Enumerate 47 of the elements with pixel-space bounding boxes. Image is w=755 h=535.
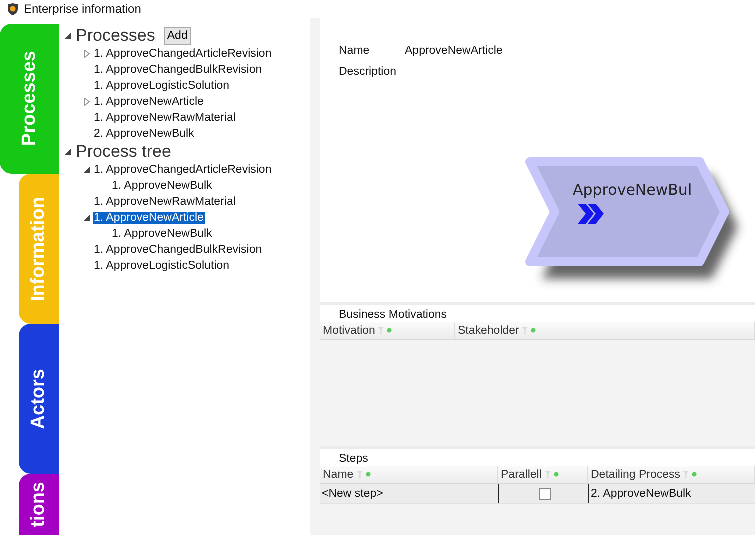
field-label: Name — [339, 45, 371, 57]
dot-icon — [387, 328, 392, 333]
grid-title: Steps — [339, 453, 368, 466]
table-cell: 2. ApproveNewBulk — [588, 484, 755, 503]
table-cell-text: <New step> — [321, 486, 384, 502]
tree-item[interactable]: 1. ApproveNewArticle — [93, 96, 205, 108]
tree-item[interactable]: 1. ApproveNewRawMaterial — [93, 112, 237, 124]
dot-icon — [554, 472, 559, 477]
window-title: Enterprise information — [24, 2, 142, 16]
side-tab[interactable]: tions — [19, 474, 59, 535]
grid-title: Business Motivations — [339, 309, 448, 322]
column-header[interactable]: Stakeholder — [455, 322, 755, 339]
field-value: ApproveNewArticle — [405, 45, 503, 57]
column-header[interactable]: Name — [320, 466, 498, 483]
side-tab[interactable]: Actors — [19, 324, 59, 474]
expanded-triangle-icon[interactable] — [84, 214, 90, 222]
process-shape[interactable] — [526, 158, 738, 279]
collapsed-triangle-icon[interactable] — [84, 50, 90, 58]
add-button[interactable]: Add — [164, 27, 191, 45]
expanded-triangle-icon[interactable] — [65, 32, 72, 40]
column-header[interactable]: Detailing Process — [588, 466, 755, 483]
tree-item[interactable]: 1. ApproveChangedBulkRevision — [93, 244, 264, 256]
double-chevron-icon — [578, 204, 604, 224]
collapsed-triangle-icon[interactable] — [84, 98, 90, 106]
expanded-triangle-icon[interactable] — [65, 148, 72, 156]
process-label: ApproveNewBul — [573, 181, 692, 199]
expanded-triangle-icon[interactable] — [84, 166, 90, 174]
dot-icon — [692, 472, 698, 477]
tree-item[interactable]: 1. ApproveChangedBulkRevision — [93, 64, 264, 76]
tree-item[interactable]: 2. ApproveNewBulk — [93, 128, 196, 140]
checkbox[interactable] — [538, 488, 550, 500]
dot-icon — [366, 472, 371, 477]
tree-item[interactable]: 1. ApproveNewBulk — [111, 180, 214, 192]
tree-item[interactable]: 1. ApproveNewRawMaterial — [93, 196, 237, 208]
tree-item[interactable]: 1. ApproveChangedArticleRevision — [93, 164, 273, 176]
tree-item[interactable]: 1. ApproveChangedArticleRevision — [93, 48, 273, 60]
tree-item[interactable]: 1. ApproveLogisticSolution — [93, 260, 231, 272]
column-header[interactable]: Parallell — [498, 466, 588, 483]
shield-icon — [7, 2, 19, 16]
tree-item[interactable]: 1. ApproveLogisticSolution — [93, 80, 231, 92]
section-heading: Process tree — [76, 142, 172, 162]
field-label: Description — [339, 66, 398, 78]
section-heading: Processes — [76, 26, 156, 46]
column-header[interactable]: Motivation — [320, 322, 455, 339]
tree-item[interactable]: 1. ApproveNewBulk — [111, 228, 214, 240]
tree-item[interactable]: 1. ApproveNewArticle — [93, 212, 205, 224]
dot-icon — [531, 328, 536, 333]
